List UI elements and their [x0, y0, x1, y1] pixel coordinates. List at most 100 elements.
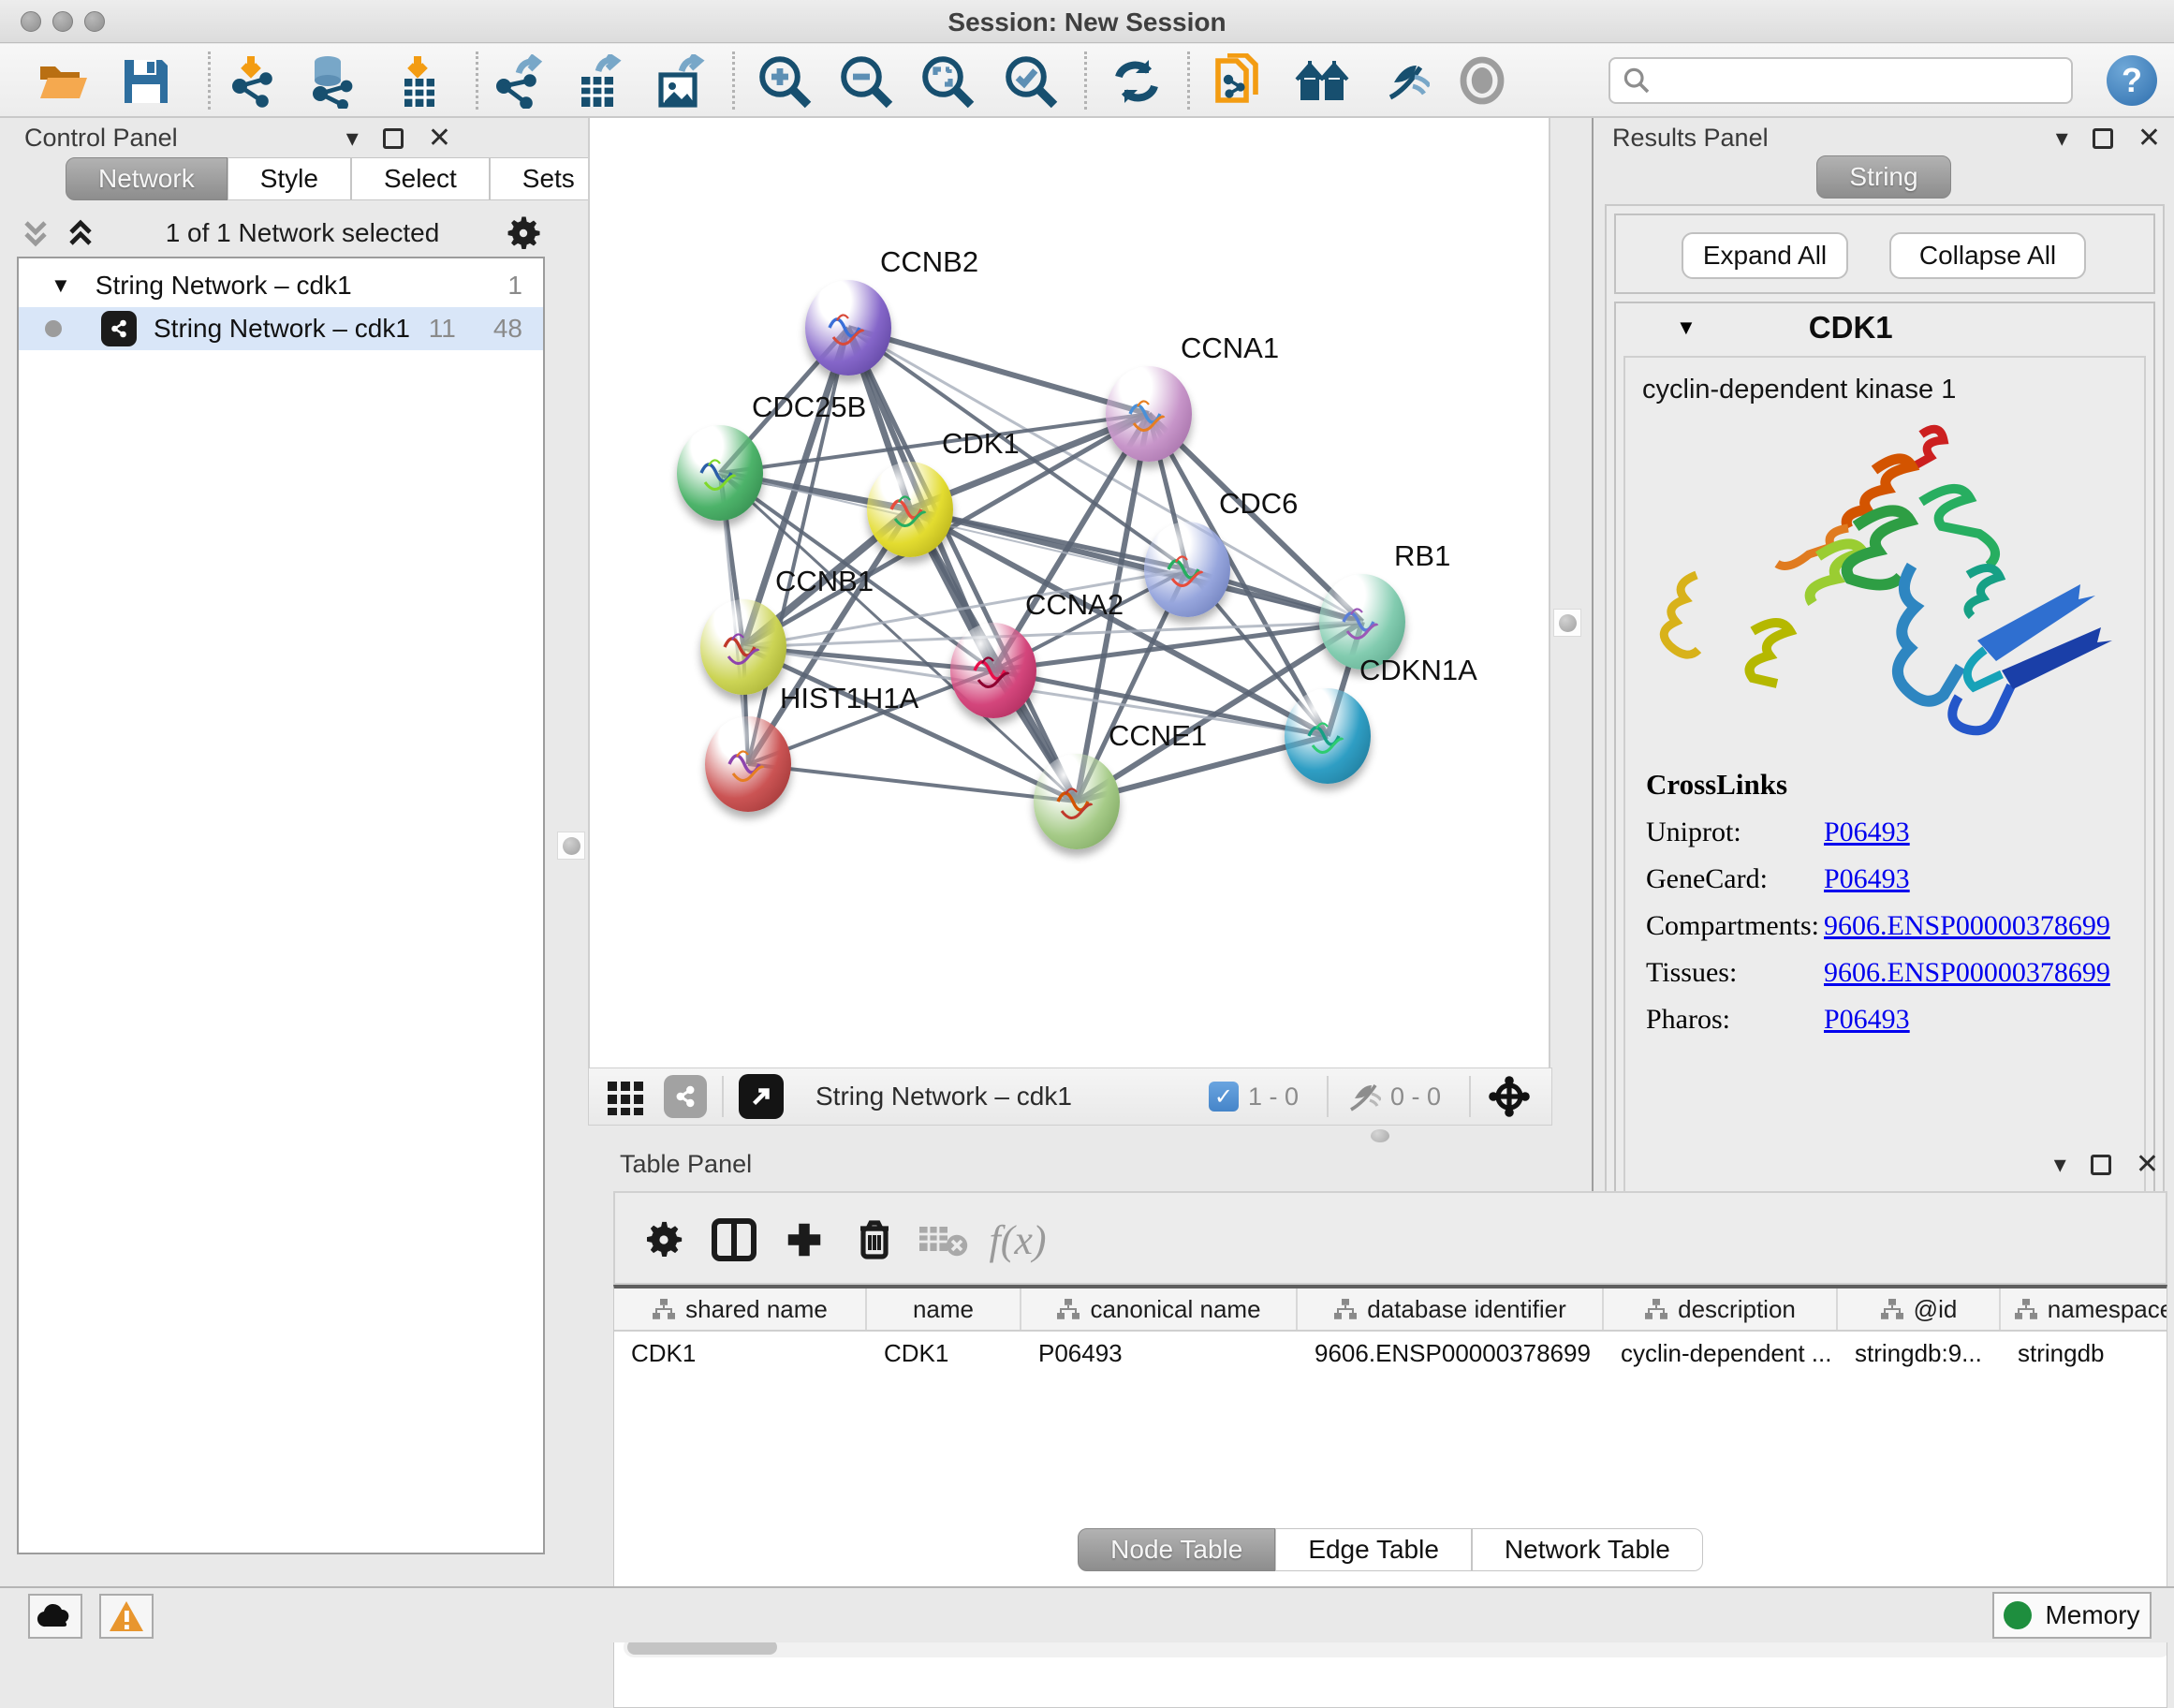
zoom-fit-icon: [920, 54, 975, 109]
network-node-ccnb1[interactable]: [700, 599, 786, 695]
zoom-fit-button[interactable]: [918, 53, 977, 110]
import-table-button[interactable]: [388, 53, 448, 110]
string-home-button[interactable]: [1292, 53, 1352, 110]
network-node-ccne1[interactable]: [1034, 754, 1120, 849]
network-options-gear-icon[interactable]: [504, 214, 543, 253]
tab-node-table[interactable]: Node Table: [1078, 1528, 1275, 1571]
tab-edge-table[interactable]: Edge Table: [1275, 1528, 1472, 1571]
table-cell[interactable]: stringdb:9...: [1838, 1332, 2001, 1375]
network-node-hist1h1a[interactable]: [705, 716, 791, 812]
crosslink-link[interactable]: P06493: [1824, 863, 1910, 895]
column-header-name[interactable]: name: [867, 1288, 1021, 1330]
panel-collapse-icon[interactable]: ▾: [2054, 1150, 2066, 1179]
tab-network-table[interactable]: Network Table: [1472, 1528, 1703, 1571]
table-cell[interactable]: cyclin-dependent ...: [1604, 1332, 1838, 1375]
table-cell[interactable]: CDK1: [867, 1332, 1021, 1375]
panel-collapse-icon[interactable]: ▾: [2056, 124, 2068, 153]
cloud-button[interactable]: [28, 1594, 82, 1639]
network-node-cdkn1a[interactable]: [1285, 688, 1371, 784]
expand-all-icon[interactable]: [64, 217, 101, 249]
grid-view-icon[interactable]: [606, 1076, 647, 1117]
table-cell[interactable]: CDK1: [614, 1332, 867, 1375]
tab-style[interactable]: Style: [228, 157, 351, 200]
save-session-button[interactable]: [116, 53, 176, 110]
search-input[interactable]: [1652, 66, 2054, 96]
tab-network[interactable]: Network: [66, 157, 228, 200]
network-node-ccnb2[interactable]: [805, 280, 891, 375]
node-table[interactable]: shared namename canonical name database …: [613, 1285, 2167, 1708]
hide-selection-button[interactable]: [1373, 53, 1432, 110]
network-view-canvas[interactable]: CCNB2 CCNA1 CDC25B CDK1 CDC6 RB1 CCNB1 C…: [588, 118, 1550, 1068]
column-header-canonical-name[interactable]: canonical name: [1021, 1288, 1298, 1330]
table-cell[interactable]: stringdb: [2001, 1332, 2167, 1375]
hidden-eye-slash-icon[interactable]: [1344, 1080, 1381, 1113]
warning-button[interactable]: [99, 1594, 154, 1639]
zoom-selected-button[interactable]: [1001, 53, 1061, 110]
table-cell[interactable]: 9606.ENSP00000378699: [1298, 1332, 1604, 1375]
panel-collapse-icon[interactable]: ▾: [346, 124, 359, 153]
help-button[interactable]: ?: [2107, 55, 2157, 106]
collapse-all-button[interactable]: Collapse All: [1889, 232, 2086, 279]
right-splitter-handle[interactable]: [1553, 609, 1581, 637]
import-network-button[interactable]: [223, 53, 283, 110]
panel-close-icon[interactable]: ✕: [2136, 1151, 2159, 1179]
panel-close-icon[interactable]: ✕: [428, 125, 451, 153]
panel-float-icon[interactable]: [2091, 1155, 2111, 1175]
network-node-cdk1[interactable]: [867, 462, 953, 557]
zoom-out-button[interactable]: [836, 53, 896, 110]
column-header-description[interactable]: description: [1604, 1288, 1838, 1330]
add-column-button[interactable]: [774, 1210, 834, 1270]
network-node-ccna1[interactable]: [1106, 366, 1192, 462]
crosslink-link[interactable]: P06493: [1824, 1004, 1910, 1036]
table-row[interactable]: CDK1CDK1P064939606.ENSP00000378699cyclin…: [614, 1332, 2167, 1375]
network-node-cdc25b[interactable]: [677, 425, 763, 521]
entry-expander-icon[interactable]: ▼: [1676, 316, 1697, 340]
table-settings-button[interactable]: [634, 1210, 694, 1270]
network-node-ccna2[interactable]: [950, 623, 1036, 718]
zoom-in-button[interactable]: [755, 53, 815, 110]
center-view-icon[interactable]: [1486, 1073, 1533, 1120]
export-table-button[interactable]: [566, 53, 626, 110]
crosslink-link[interactable]: 9606.ENSP00000378699: [1824, 957, 2110, 989]
function-builder-button[interactable]: f(x): [988, 1210, 1048, 1270]
collapse-all-icon[interactable]: [19, 217, 56, 249]
manage-networks-button[interactable]: [1208, 53, 1268, 110]
open-session-button[interactable]: [34, 53, 94, 110]
refresh-button[interactable]: [1107, 53, 1167, 110]
bottom-splitter-handle[interactable]: [1371, 1129, 1389, 1142]
export-network-button[interactable]: [487, 53, 547, 110]
panel-float-icon[interactable]: [2093, 128, 2113, 149]
table-cell[interactable]: P06493: [1021, 1332, 1298, 1375]
columns-icon: [711, 1217, 757, 1262]
network-row[interactable]: String Network – cdk1 11 48: [19, 307, 543, 350]
memory-button[interactable]: Memory: [1992, 1592, 2152, 1639]
open-in-new-icon[interactable]: [739, 1074, 784, 1119]
crosslink-link[interactable]: P06493: [1824, 817, 1910, 848]
show-selection-button[interactable]: [1453, 53, 1513, 110]
tab-select[interactable]: Select: [351, 157, 490, 200]
share-view-icon[interactable]: [664, 1075, 707, 1118]
import-network-database-button[interactable]: [301, 53, 361, 110]
column-header-shared-name[interactable]: shared name: [614, 1288, 867, 1330]
network-node-cdc6[interactable]: [1144, 522, 1230, 617]
search-icon: [1622, 66, 1652, 96]
export-image-button[interactable]: [648, 53, 708, 110]
expand-all-button[interactable]: Expand All: [1682, 232, 1848, 279]
panel-float-icon[interactable]: [383, 128, 404, 149]
node-label-hist1h1a: HIST1H1A: [780, 682, 918, 715]
delete-table-button[interactable]: [913, 1210, 973, 1270]
crosslink-link[interactable]: 9606.ENSP00000378699: [1824, 910, 2110, 942]
delete-column-button[interactable]: [845, 1210, 904, 1270]
show-columns-button[interactable]: [704, 1210, 764, 1270]
column-header--id[interactable]: @id: [1838, 1288, 2001, 1330]
import-network-icon: [225, 54, 281, 109]
network-collection-row[interactable]: ▼ String Network – cdk1 1: [19, 264, 543, 307]
selected-checkbox-icon[interactable]: ✓: [1209, 1082, 1239, 1112]
left-splitter-handle[interactable]: [557, 832, 585, 860]
tab-string[interactable]: String: [1816, 155, 1950, 199]
tree-expander-icon[interactable]: ▼: [51, 273, 71, 298]
column-header-namespace[interactable]: namespace: [2001, 1288, 2167, 1330]
column-header-database-identifier[interactable]: database identifier: [1298, 1288, 1604, 1330]
search-field[interactable]: [1608, 57, 2073, 104]
panel-close-icon[interactable]: ✕: [2137, 125, 2161, 153]
